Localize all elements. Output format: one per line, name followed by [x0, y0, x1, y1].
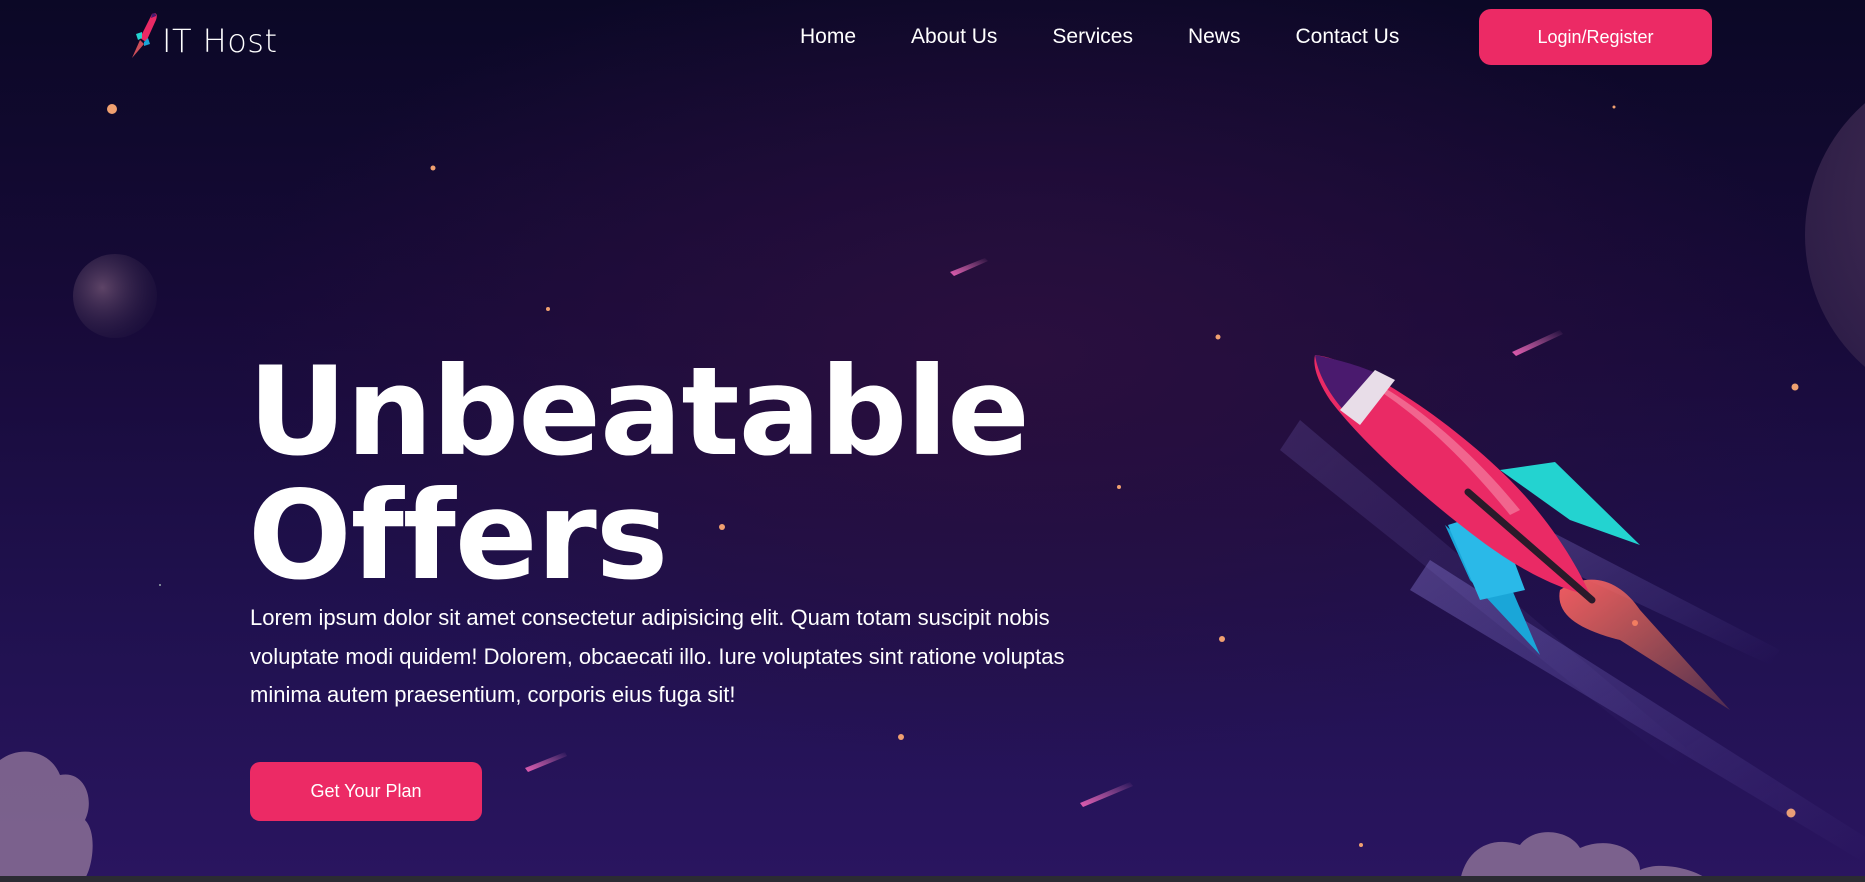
hero-title-line-2: Offers: [248, 465, 668, 607]
hero-description: Lorem ipsum dolor sit amet consectetur a…: [250, 605, 1065, 707]
nav-news[interactable]: News: [1188, 24, 1241, 50]
nav-home[interactable]: Home: [800, 24, 856, 50]
site-header: IT Host Home About Us Services News Cont…: [0, 0, 1865, 76]
nav-contact-us[interactable]: Contact Us: [1295, 24, 1399, 50]
hero-title-line-1: Unbeatable: [248, 341, 1030, 483]
hero-title: Unbeatable Offers: [248, 341, 1030, 607]
login-register-button[interactable]: Login/Register: [1479, 9, 1712, 65]
get-your-plan-button[interactable]: Get Your Plan: [250, 762, 482, 821]
brand-logo[interactable]: IT Host: [124, 8, 278, 64]
rocket-icon: [132, 13, 157, 58]
nav-services[interactable]: Services: [1052, 24, 1133, 50]
main-nav: Home About Us Services News Contact Us: [800, 24, 1454, 50]
nav-about-us[interactable]: About Us: [911, 24, 997, 50]
planet-left: [73, 254, 157, 338]
bottom-edge: [0, 876, 1865, 882]
brand-name: IT Host: [162, 22, 278, 60]
planet-right: [1805, 103, 1865, 367]
